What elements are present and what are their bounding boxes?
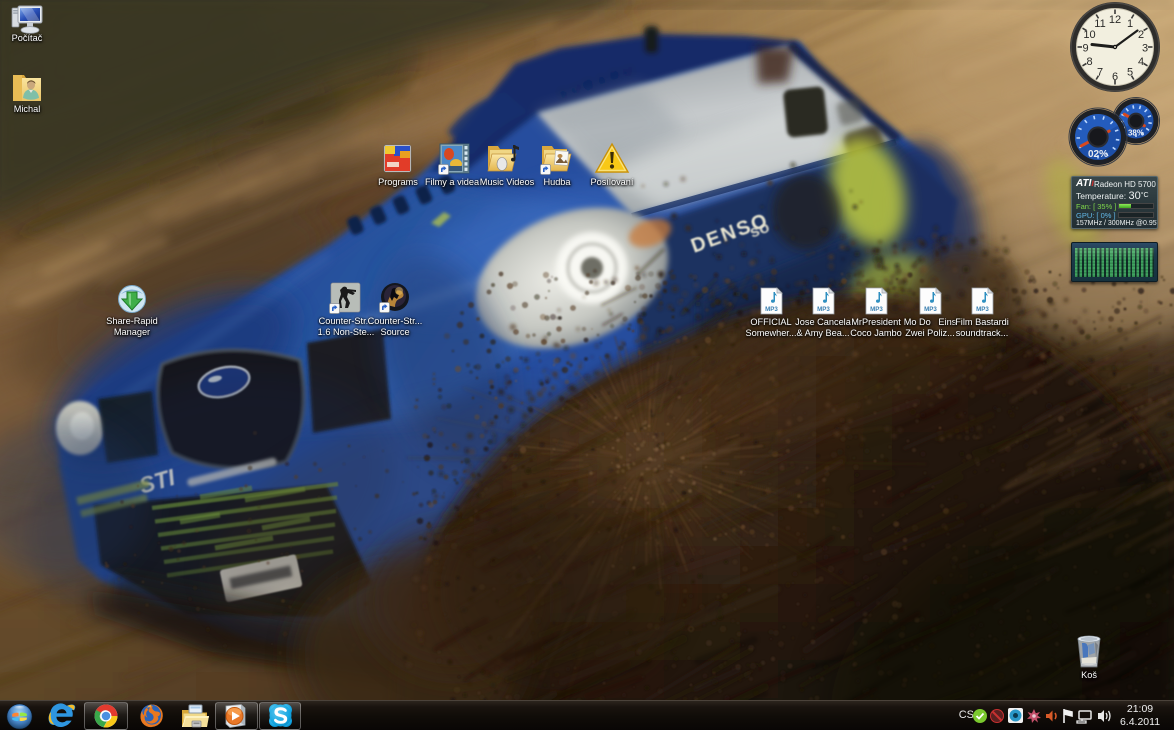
- svg-text:8: 8: [1086, 56, 1092, 68]
- svg-text:12: 12: [1109, 14, 1121, 26]
- svg-text:02%: 02%: [1088, 149, 1108, 160]
- svg-text:7: 7: [1097, 67, 1103, 79]
- svg-text:11: 11: [1094, 18, 1105, 30]
- svg-text:38%: 38%: [1128, 129, 1144, 138]
- svg-text:2: 2: [1138, 29, 1144, 41]
- svg-text:MP3: MP3: [765, 306, 778, 313]
- svg-text:MP3: MP3: [870, 306, 883, 313]
- svg-text:1: 1: [1127, 18, 1133, 30]
- svg-text:3: 3: [1142, 43, 1148, 55]
- svg-text:5: 5: [1127, 67, 1133, 79]
- svg-text:MP3: MP3: [817, 306, 830, 313]
- svg-text:6: 6: [1112, 71, 1118, 83]
- svg-text:10: 10: [1083, 29, 1095, 41]
- svg-text:4: 4: [1138, 56, 1144, 68]
- svg-text:MP3: MP3: [924, 306, 937, 313]
- svg-text:MP3: MP3: [976, 306, 989, 313]
- svg-text:9: 9: [1082, 43, 1088, 55]
